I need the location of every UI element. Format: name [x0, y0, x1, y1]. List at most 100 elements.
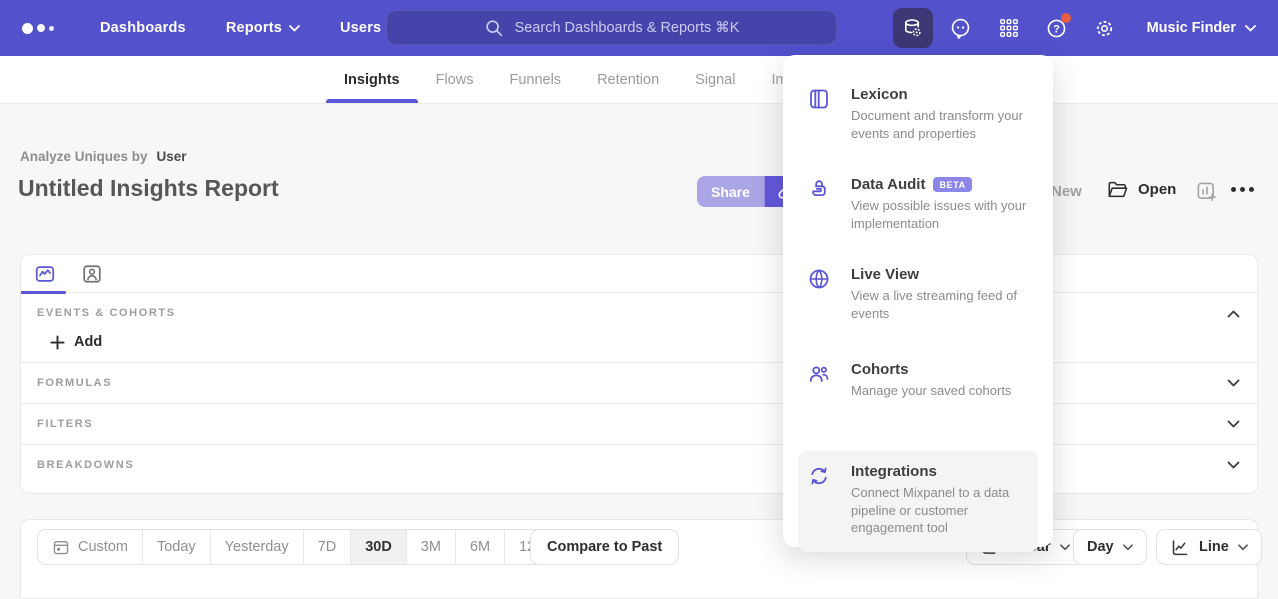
tab-signal[interactable]: Signal	[677, 56, 753, 103]
range-label: 3M	[421, 539, 441, 555]
range-label: 6M	[470, 539, 490, 555]
menu-item-integrations[interactable]: Integrations Connect Mixpanel to a data …	[798, 451, 1038, 552]
help-button[interactable]: ?	[1037, 8, 1077, 48]
nav-item-dashboards[interactable]: Dashboards	[80, 0, 206, 56]
menu-item-cohorts[interactable]: Cohorts Manage your saved cohorts	[783, 361, 1053, 451]
range-30d[interactable]: 30D	[350, 530, 406, 564]
chart-frame-icon	[34, 263, 56, 285]
search-icon	[484, 18, 504, 38]
tab-funnels[interactable]: Funnels	[491, 56, 579, 103]
line-chart-icon	[1170, 538, 1190, 557]
range-today[interactable]: Today	[142, 530, 210, 564]
compare-to-past-button[interactable]: Compare to Past	[530, 529, 679, 565]
section-filters-header[interactable]: FILTERS	[21, 404, 1257, 444]
project-switcher[interactable]: Music Finder	[1147, 20, 1256, 36]
search-input[interactable]: Search Dashboards & Reports ⌘K	[386, 10, 837, 45]
menu-item-lexicon[interactable]: Lexicon Document and transform your even…	[783, 86, 1053, 176]
range-label: Yesterday	[225, 539, 289, 555]
add-label: Add	[74, 334, 102, 350]
lexicon-icon	[807, 87, 831, 111]
data-management-dropdown: Lexicon Document and transform your even…	[783, 55, 1053, 547]
tab-label: Retention	[597, 72, 659, 88]
chart-type-label: Line	[1199, 539, 1229, 555]
menu-item-text: Integrations Connect Mixpanel to a data …	[851, 463, 1029, 537]
share-label: Share	[711, 184, 750, 200]
mixpanel-logo-icon[interactable]	[22, 23, 62, 34]
data-audit-icon	[807, 177, 831, 201]
nav-right-cluster: ? Music Finder	[893, 0, 1278, 56]
tab-users-view[interactable]	[81, 263, 103, 285]
add-event-button[interactable]: Add	[50, 334, 120, 350]
section-breakdowns-header[interactable]: BREAKDOWNS	[21, 445, 1257, 485]
menu-item-text: Live View View a live streaming feed of …	[851, 266, 1029, 322]
new-report-button[interactable]: New	[1051, 183, 1082, 200]
open-report-button[interactable]: Open	[1107, 180, 1176, 199]
range-custom[interactable]: Custom	[38, 530, 142, 564]
range-7d[interactable]: 7D	[303, 530, 351, 564]
menu-item-live-view[interactable]: Live View View a live streaming feed of …	[783, 266, 1053, 361]
chart-type-select[interactable]: Line	[1156, 529, 1262, 565]
live-view-icon	[807, 267, 831, 291]
menu-item-text: Data Audit BETA View possible issues wit…	[851, 176, 1029, 232]
section-filters: FILTERS	[21, 403, 1257, 444]
section-formulas: FORMULAS	[21, 362, 1257, 403]
section-events-cohorts: EVENTS & COHORTS Add	[21, 293, 1257, 362]
nav-item-label: Users	[340, 20, 381, 36]
cohorts-icon	[807, 362, 831, 386]
tab-events-view[interactable]	[34, 263, 56, 285]
add-to-board-button[interactable]	[1196, 181, 1217, 202]
nav-item-label: Reports	[226, 20, 282, 36]
tab-retention[interactable]: Retention	[579, 56, 677, 103]
range-3m[interactable]: 3M	[406, 530, 455, 564]
menu-item-description: Connect Mixpanel to a data pipeline or c…	[851, 484, 1029, 537]
apps-grid-icon	[998, 17, 1020, 39]
chevron-down-icon	[1123, 544, 1133, 551]
settings-button[interactable]	[1085, 8, 1125, 48]
report-tabbar: Insights Flows Funnels Retention Signal …	[0, 56, 1278, 104]
chevron-down-icon	[1238, 544, 1248, 551]
tab-label: Flows	[436, 72, 474, 88]
section-events-header[interactable]: EVENTS & COHORTS	[37, 307, 1241, 319]
more-options-button[interactable]	[1231, 187, 1254, 192]
folder-icon	[1107, 180, 1128, 199]
svg-text:?: ?	[1053, 23, 1060, 35]
range-label: Custom	[78, 539, 128, 555]
data-management-button[interactable]	[893, 8, 933, 48]
compare-label: Compare to Past	[547, 539, 662, 555]
chevron-down-icon	[1245, 25, 1256, 32]
tab-insights[interactable]: Insights	[326, 56, 418, 103]
range-label: 7D	[318, 539, 337, 555]
menu-item-description: Document and transform your events and p…	[851, 107, 1029, 142]
section-breakdowns: BREAKDOWNS	[21, 444, 1257, 485]
search-placeholder: Search Dashboards & Reports ⌘K	[515, 20, 740, 36]
range-yesterday[interactable]: Yesterday	[210, 530, 303, 564]
builder-icon-tabs	[21, 255, 1257, 293]
open-label: Open	[1138, 181, 1176, 198]
apps-grid-button[interactable]	[989, 8, 1029, 48]
section-formulas-header[interactable]: FORMULAS	[21, 363, 1257, 403]
analyze-by-selector[interactable]: User	[157, 149, 187, 164]
chevron-down-icon	[1227, 420, 1240, 428]
report-title[interactable]: Untitled Insights Report	[18, 175, 279, 202]
menu-item-description: View possible issues with your implement…	[851, 197, 1029, 232]
notification-dot	[1061, 13, 1071, 23]
tab-flows[interactable]: Flows	[418, 56, 492, 103]
query-builder-panel: EVENTS & COHORTS Add FORMULAS FILTERS	[20, 254, 1258, 494]
nav-item-label: Dashboards	[100, 20, 186, 36]
integrations-icon	[807, 464, 831, 488]
project-name: Music Finder	[1147, 20, 1236, 36]
calendar-icon	[52, 538, 70, 556]
menu-item-text: Cohorts Manage your saved cohorts	[851, 361, 1011, 400]
feedback-button[interactable]	[941, 8, 981, 48]
person-frame-icon	[81, 263, 103, 285]
range-6m[interactable]: 6M	[455, 530, 504, 564]
nav-item-reports[interactable]: Reports	[206, 0, 320, 56]
primary-nav: Dashboards Reports Users	[80, 0, 401, 56]
interval-label: Day	[1087, 539, 1114, 555]
menu-item-data-audit[interactable]: Data Audit BETA View possible issues wit…	[783, 176, 1053, 266]
range-label: Today	[157, 539, 196, 555]
menu-item-title: Data Audit	[851, 176, 925, 193]
share-button[interactable]: Share	[697, 176, 764, 207]
chevron-up-icon[interactable]	[1227, 310, 1240, 318]
interval-select[interactable]: Day	[1073, 529, 1147, 565]
